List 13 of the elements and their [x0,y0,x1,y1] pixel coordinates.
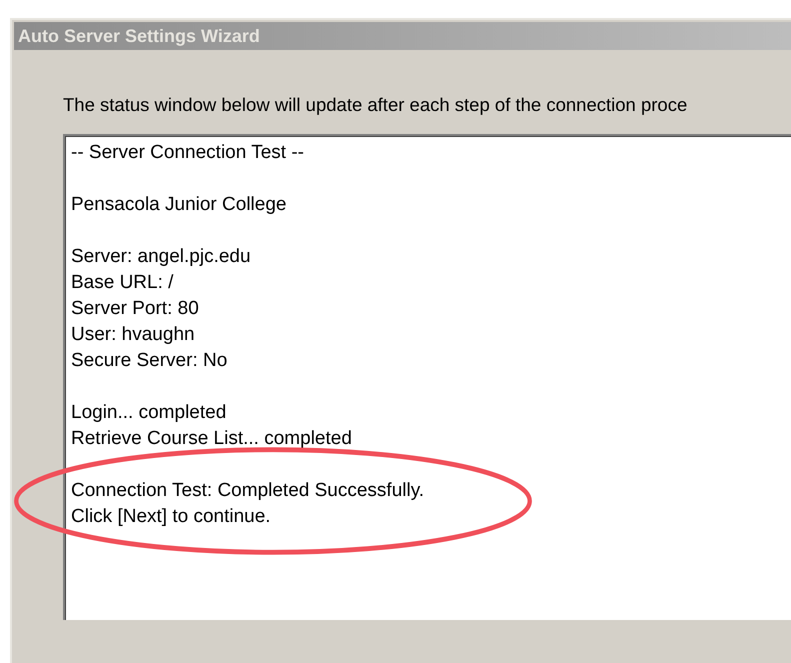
log-line: -- Server Connection Test -- [71,141,304,165]
instruction-text: The status window below will update after each step of the connection proce [63,94,688,116]
log-line: Click [Next] to continue. [71,505,272,529]
log-line: Login... completed [71,401,228,425]
log-line: Secure Server: No [71,349,228,373]
log-line: Retrieve Course List... completed [71,427,352,451]
log-line: Pensacola Junior College [71,193,286,217]
log-line: Server Port: 80 [71,297,200,321]
window-title: Auto Server Settings Wizard [18,26,260,46]
log-line: Connection Test: Completed Successfully. [71,479,424,503]
log-line: Base URL: / [71,271,174,295]
log-line: Server: angel.pjc.edu [71,245,251,269]
log-line: User: hvaughn [71,323,196,347]
